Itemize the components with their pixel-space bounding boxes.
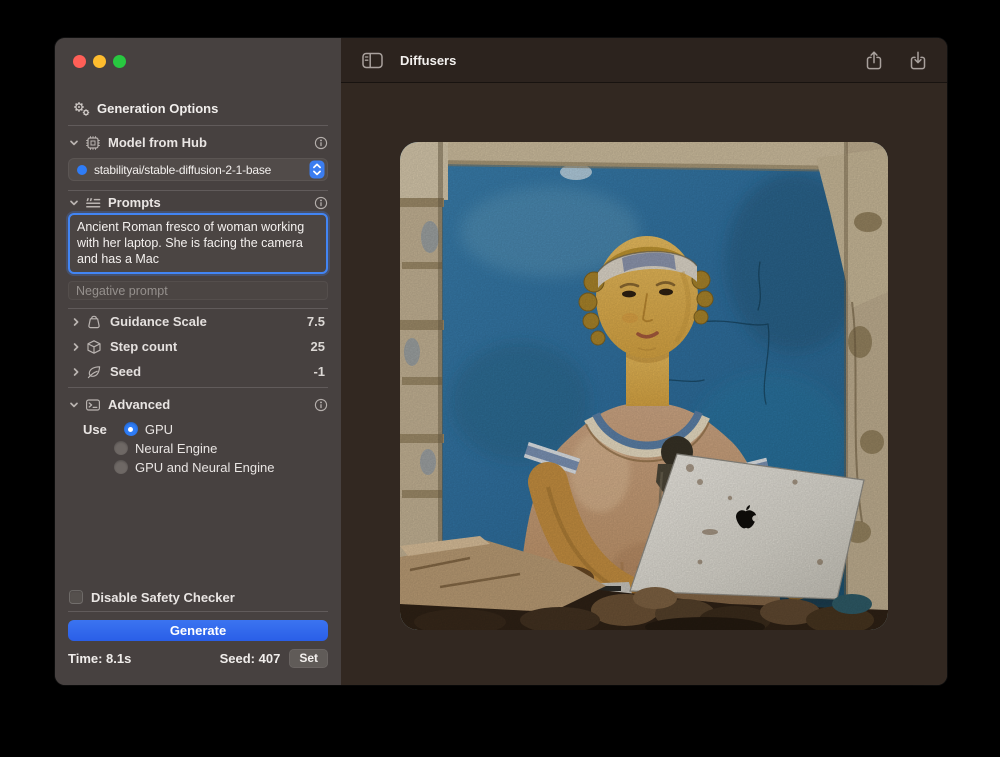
scale-weight-icon [86, 314, 102, 330]
model-dropdown[interactable]: stabilityai/stable-diffusion-2-1-base [68, 158, 328, 181]
chevron-right-icon[interactable] [70, 367, 82, 377]
guidance-scale-label: Guidance Scale [110, 314, 207, 329]
cube-icon [86, 339, 102, 355]
titlebar: Diffusers [341, 38, 947, 83]
model-dropdown-value: stabilityai/stable-diffusion-2-1-base [94, 163, 309, 177]
seed-value: -1 [313, 364, 341, 379]
radio-neural-engine[interactable] [114, 441, 128, 455]
share-button[interactable] [865, 50, 883, 71]
advanced-section-label: Advanced [108, 397, 170, 412]
divider [68, 308, 328, 309]
step-count-label: Step count [110, 339, 177, 354]
chevron-right-icon[interactable] [70, 342, 82, 352]
image-canvas [341, 83, 947, 685]
prompts-section-header[interactable]: Prompts [68, 194, 341, 211]
dropdown-stepper-icon[interactable] [309, 160, 325, 179]
save-image-button[interactable] [909, 50, 927, 71]
minimize-button[interactable] [93, 55, 106, 68]
model-section-label: Model from Hub [108, 135, 207, 150]
sidebar-title: Generation Options [97, 101, 218, 116]
use-label: Use [83, 422, 107, 437]
radio-neural-engine-label[interactable]: Neural Engine [135, 441, 217, 456]
disable-safety-checker-checkbox[interactable] [69, 590, 83, 604]
info-icon[interactable] [314, 196, 328, 210]
prompts-section-label: Prompts [108, 195, 161, 210]
radio-gpu-and-neural-engine[interactable] [114, 460, 128, 474]
seed-label: Seed [110, 364, 141, 379]
main-panel: Diffusers [341, 38, 947, 685]
advanced-section-header[interactable]: Advanced [68, 396, 341, 413]
seed-row[interactable]: Seed -1 [70, 363, 341, 380]
leaf-icon [86, 364, 102, 380]
status-bar: Time: 8.1s Seed: 407 Set [68, 649, 328, 667]
guidance-scale-value: 7.5 [307, 314, 341, 329]
traffic-lights [73, 55, 126, 68]
text-quote-icon [85, 195, 101, 211]
radio-gpu-and-neural-engine-label[interactable]: GPU and Neural Engine [135, 460, 274, 475]
terminal-icon [85, 397, 101, 413]
seed-readout: Seed: 407 [220, 651, 281, 666]
divider [68, 611, 328, 612]
info-icon[interactable] [314, 136, 328, 150]
chevron-right-icon[interactable] [70, 317, 82, 327]
divider [68, 387, 328, 388]
model-status-dot [77, 165, 87, 175]
guidance-scale-row[interactable]: Guidance Scale 7.5 [70, 313, 341, 330]
gears-icon [71, 100, 91, 117]
disable-safety-checker-label[interactable]: Disable Safety Checker [91, 590, 235, 605]
divider [68, 125, 328, 126]
time-readout: Time: 8.1s [68, 651, 131, 666]
generated-image[interactable] [400, 142, 888, 630]
generation-options-sidebar: Generation Options Model from Hub [55, 38, 341, 685]
app-window: Generation Options Model from Hub [55, 38, 947, 685]
chevron-down-icon[interactable] [68, 198, 80, 208]
radio-gpu[interactable] [124, 422, 138, 436]
cpu-icon [85, 135, 101, 151]
prompt-input[interactable]: Ancient Roman fresco of woman working wi… [68, 213, 328, 274]
step-count-row[interactable]: Step count 25 [70, 338, 341, 355]
info-icon[interactable] [314, 398, 328, 412]
negative-prompt-input[interactable] [68, 281, 328, 300]
set-seed-button[interactable]: Set [289, 649, 328, 668]
toggle-sidebar-button[interactable] [362, 52, 383, 69]
generate-button[interactable]: Generate [68, 620, 328, 641]
zoom-button[interactable] [113, 55, 126, 68]
divider [68, 190, 328, 191]
model-section-header[interactable]: Model from Hub [68, 134, 341, 151]
close-button[interactable] [73, 55, 86, 68]
radio-gpu-label[interactable]: GPU [145, 422, 173, 437]
chevron-down-icon[interactable] [68, 138, 80, 148]
step-count-value: 25 [311, 339, 341, 354]
chevron-down-icon[interactable] [68, 400, 80, 410]
window-title: Diffusers [400, 53, 456, 68]
